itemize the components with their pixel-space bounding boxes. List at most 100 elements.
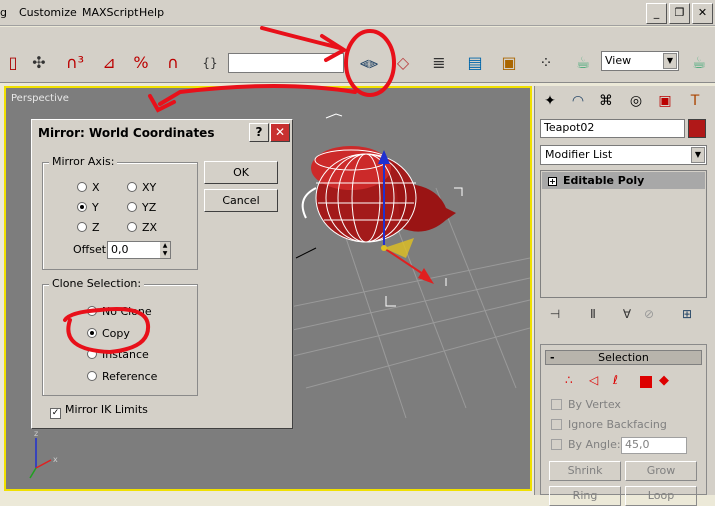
axis-yz-label: YZ (142, 201, 157, 214)
radio-dot-selected (77, 202, 87, 212)
ring-button[interactable]: Ring (549, 486, 621, 506)
axis-yz-radio[interactable]: YZ (127, 201, 156, 214)
utilities-tab-icon[interactable]: T (682, 90, 708, 114)
select-link-icon[interactable]: ▯ (0, 51, 26, 75)
offset-spinner[interactable]: 0,0 ▲ ▼ (107, 241, 171, 259)
mirror-ik-label: Mirror IK Limits (65, 403, 148, 416)
chevron-down-icon: ▼ (663, 53, 677, 69)
instance-label: Instance (102, 348, 149, 361)
object-name-field[interactable]: Teapot02 (540, 119, 685, 138)
by-vertex-label: By Vertex (568, 398, 621, 411)
angle-snap-icon[interactable]: ⊿ (96, 51, 122, 75)
axis-x-radio[interactable]: X (77, 181, 100, 194)
configure-sets-icon[interactable]: ⊞ (677, 304, 697, 324)
shrink-button[interactable]: Shrink (549, 461, 621, 481)
radio-dot (127, 182, 137, 192)
no-clone-radio[interactable]: No Clone (87, 305, 152, 318)
curve-editor-icon[interactable]: ▤ (462, 51, 488, 75)
instance-radio[interactable]: Instance (87, 348, 149, 361)
display-tab-icon[interactable]: ▣ (652, 90, 678, 114)
named-selection-icon[interactable]: {} (197, 51, 223, 75)
stack-item-label: Editable Poly (563, 174, 645, 187)
menu-item-customize[interactable]: Customize (19, 6, 77, 19)
copy-label: Copy (102, 327, 130, 340)
remove-modifier-icon[interactable]: ⊘ (639, 304, 659, 324)
vertex-icon[interactable]: ∴ (565, 373, 587, 391)
snap-toggle-icon[interactable]: ∩³ (62, 51, 88, 75)
render-type-value: View (605, 54, 632, 67)
material-editor-icon[interactable]: ⁘ (533, 51, 559, 75)
bind-space-warp-icon[interactable]: ✣ (26, 51, 52, 75)
show-end-result-icon[interactable]: Ⅱ (583, 304, 603, 324)
menu-item-edit[interactable]: g (0, 6, 7, 19)
minimize-button[interactable]: _ (646, 3, 667, 24)
modifier-stack[interactable]: + Editable Poly (540, 170, 707, 298)
polygon-icon[interactable] (637, 373, 659, 391)
spinner-arrows-icon[interactable]: ▲ ▼ (160, 242, 170, 258)
svg-text:x: x (53, 455, 58, 464)
axis-z-radio[interactable]: Z (77, 221, 100, 234)
mirror-ik-checkbox[interactable]: ✓ Mirror IK Limits (50, 403, 148, 419)
ignore-backfacing-checkbox[interactable]: Ignore Backfacing (551, 418, 667, 431)
radio-dot (87, 306, 97, 316)
axis-xy-radio[interactable]: XY (127, 181, 156, 194)
modify-tab-icon[interactable]: ◠ (565, 90, 591, 114)
window-close-button[interactable]: ✕ (692, 3, 713, 24)
pin-stack-icon[interactable]: ⊣ (545, 304, 565, 324)
checkbox-box (551, 419, 562, 430)
layer-manager-icon[interactable]: ≣ (426, 51, 452, 75)
make-unique-icon[interactable]: ∀ (617, 304, 637, 324)
chevron-down-icon: ▼ (691, 147, 705, 163)
element-icon[interactable]: ◆ (659, 373, 681, 391)
radio-dot (127, 202, 137, 212)
by-angle-checkbox[interactable]: By Angle: (551, 438, 621, 451)
teapot-mesh (301, 146, 456, 284)
border-icon[interactable]: ℓ (613, 373, 635, 391)
axis-y-radio[interactable]: Y (77, 201, 99, 214)
main-toolbar: ▯ ✣ ∩³ ⊿ % ∩ {} ⫷⫸ ◇ ≣ ▤ ▣ ⁘ ☕ View ▼ ☕ (0, 27, 715, 83)
radio-dot (87, 349, 97, 359)
grow-button[interactable]: Grow (625, 461, 697, 481)
edge-icon[interactable]: ◁ (589, 373, 611, 391)
menu-item-maxscript[interactable]: MAXScript (82, 6, 138, 19)
create-tab-icon[interactable]: ✦ (537, 90, 563, 114)
by-vertex-checkbox[interactable]: By Vertex (551, 398, 621, 411)
command-panel: ✦ ◠ ⌘ ◎ ▣ T Teapot02 Modifier List ▼ + Ed… (534, 86, 715, 506)
ok-button[interactable]: OK (204, 161, 278, 184)
quick-render-icon[interactable]: ☕ (686, 51, 712, 75)
cancel-button[interactable]: Cancel (204, 189, 278, 212)
axis-zx-radio[interactable]: ZX (127, 221, 157, 234)
dialog-close-button[interactable]: ✕ (270, 123, 290, 142)
axis-z-label: Z (92, 221, 100, 234)
spinner-snap-icon[interactable]: ∩ (160, 51, 186, 75)
mirror-dialog: Mirror: World Coordinates ? ✕ Mirror Axi… (31, 119, 293, 429)
modifier-list-dropdown[interactable]: Modifier List ▼ (540, 145, 707, 165)
expand-plus-icon[interactable]: + (548, 177, 557, 186)
reference-radio[interactable]: Reference (87, 370, 157, 383)
stack-item-editable-poly[interactable]: + Editable Poly (542, 172, 705, 189)
loop-button[interactable]: Loop (625, 486, 697, 506)
no-clone-label: No Clone (102, 305, 152, 318)
angle-spinner[interactable]: 45,0 (621, 437, 687, 454)
axis-xy-label: XY (142, 181, 157, 194)
radio-dot-selected (87, 328, 97, 338)
percent-snap-icon[interactable]: % (128, 51, 154, 75)
align-icon[interactable]: ◇ (390, 51, 416, 75)
menu-item-help[interactable]: Help (139, 6, 164, 19)
hierarchy-tab-icon[interactable]: ⌘ (593, 90, 619, 114)
mirror-axis-legend: Mirror Axis: (49, 155, 118, 168)
clone-selection-group: Clone Selection: No Clone Copy Instance … (42, 277, 198, 396)
schematic-view-icon[interactable]: ▣ (496, 51, 522, 75)
object-color-swatch[interactable] (688, 119, 706, 138)
help-button[interactable]: ? (249, 123, 269, 142)
render-scene-icon[interactable]: ☕ (570, 51, 596, 75)
selection-rollout: - Selection ∴ ◁ ℓ ◆ By Vertex Ignore Bac… (540, 344, 707, 506)
radio-dot (77, 222, 87, 232)
restore-button[interactable]: ❐ (669, 3, 690, 24)
mirror-icon[interactable]: ⫷⫸ (356, 51, 382, 75)
motion-tab-icon[interactable]: ◎ (623, 90, 649, 114)
selection-rollout-header[interactable]: - Selection (545, 350, 702, 365)
copy-radio[interactable]: Copy (87, 327, 130, 340)
render-type-dropdown[interactable]: View ▼ (601, 51, 679, 71)
named-selection-sets-field[interactable] (228, 53, 344, 73)
